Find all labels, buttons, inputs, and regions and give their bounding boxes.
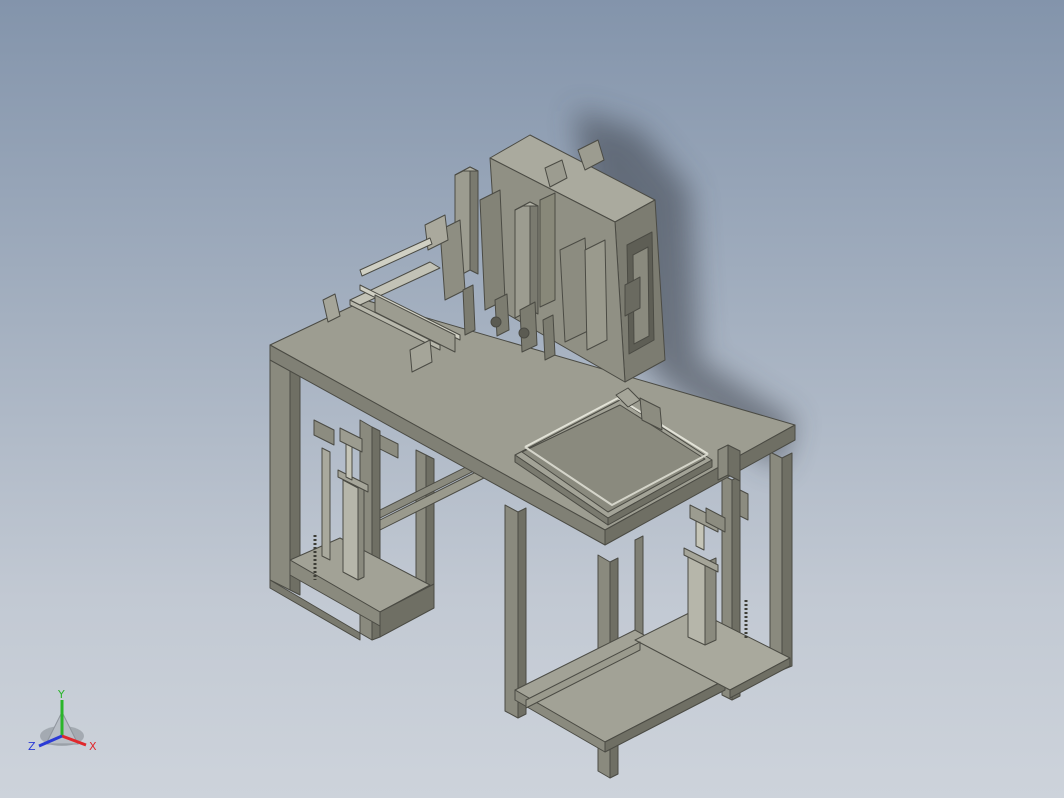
right-post (717, 444, 741, 482)
orientation-triad: Y X Z (28, 688, 97, 753)
x-axis-label: X (89, 740, 97, 753)
cad-3d-viewport[interactable]: Y X Z (0, 0, 1064, 798)
y-axis-label: Y (57, 688, 65, 701)
left-pneumatic-cylinder (313, 419, 399, 581)
machine-assembly-model[interactable] (269, 134, 796, 779)
z-axis-label: Z (28, 740, 36, 753)
